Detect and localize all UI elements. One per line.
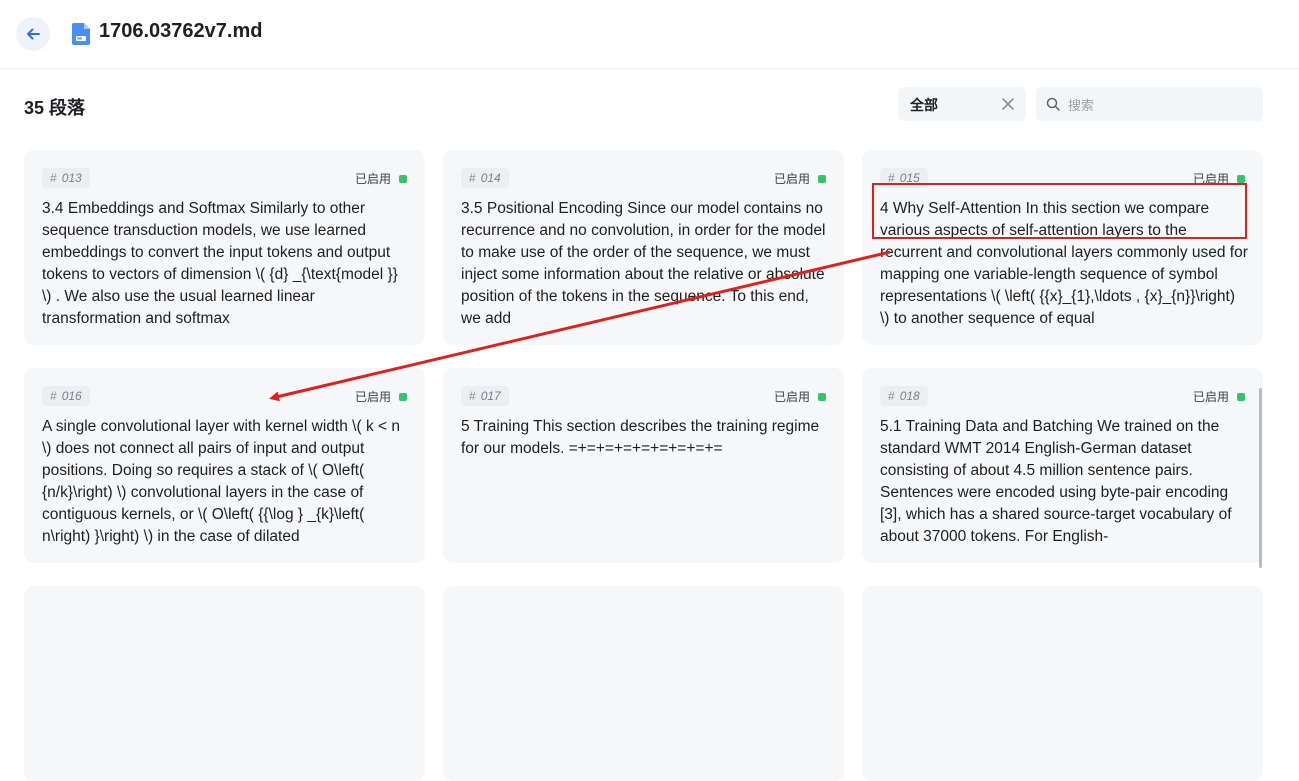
paragraph-text: 5.1 Training Data and Batching We traine… <box>880 418 1232 545</box>
arrow-left-icon <box>27 28 40 40</box>
scrollbar[interactable] <box>1259 388 1262 568</box>
status-indicator: 已启用 <box>1193 170 1245 187</box>
status-indicator: 已启用 <box>1193 388 1245 405</box>
paragraph-id-badge: #014 <box>461 168 509 188</box>
paragraph-text: 3.4 Embeddings and Softmax Similarly to … <box>42 200 398 327</box>
paragraph-count: 35 段落 <box>24 98 86 118</box>
header: 1706.03762v7.md <box>0 0 1299 69</box>
paragraph-text: 4 Why Self-Attention In this section we … <box>880 200 1248 327</box>
status-dot <box>399 174 407 183</box>
paragraph-card-017[interactable]: #017 已启用 5 Training This section describ… <box>443 368 844 563</box>
paragraph-card[interactable] <box>443 586 844 781</box>
search-input[interactable] <box>1066 93 1255 117</box>
status-dot <box>818 392 826 401</box>
filter-value: 全部 <box>910 97 938 113</box>
paragraph-id-badge: #018 <box>880 386 928 406</box>
paragraph-text: A single convolutional layer with kernel… <box>42 418 400 545</box>
paragraph-card[interactable] <box>24 586 425 781</box>
status-dot <box>818 174 826 183</box>
status-indicator: 已启用 <box>355 388 407 405</box>
status-indicator: 已启用 <box>355 170 407 187</box>
paragraph-id-badge: #013 <box>42 168 90 188</box>
paragraph-card-013[interactable]: #013 已启用 3.4 Embeddings and Softmax Simi… <box>24 150 425 345</box>
paragraph-text: 3.5 Positional Encoding Since our model … <box>461 200 826 327</box>
status-dot <box>1237 392 1245 401</box>
back-button[interactable] <box>16 17 50 51</box>
status-dot <box>399 392 407 401</box>
paragraph-id-badge: #015 <box>880 168 928 188</box>
paragraph-card-014[interactable]: #014 已启用 3.5 Positional Encoding Since o… <box>443 150 844 345</box>
paragraph-text: 5 Training This section describes the tr… <box>461 418 820 457</box>
paragraph-card-015[interactable]: #015 已启用 4 Why Self-Attention In this se… <box>862 150 1263 345</box>
file-title: 1706.03762v7.md <box>99 20 263 42</box>
status-indicator: 已启用 <box>774 170 826 187</box>
filter-select[interactable]: 全部 <box>898 87 1026 121</box>
paragraph-card[interactable] <box>862 586 1263 781</box>
search-icon <box>1046 97 1060 111</box>
markdown-file-icon <box>72 23 90 45</box>
search-box[interactable] <box>1036 87 1263 121</box>
status-indicator: 已启用 <box>774 388 826 405</box>
paragraph-id-badge: #016 <box>42 386 90 406</box>
close-icon[interactable] <box>1000 96 1016 112</box>
paragraph-card-018[interactable]: #018 已启用 5.1 Training Data and Batching … <box>862 368 1263 563</box>
paragraph-card-016[interactable]: #016 已启用 A single convolutional layer wi… <box>24 368 425 563</box>
paragraph-id-badge: #017 <box>461 386 509 406</box>
status-dot <box>1237 174 1245 183</box>
